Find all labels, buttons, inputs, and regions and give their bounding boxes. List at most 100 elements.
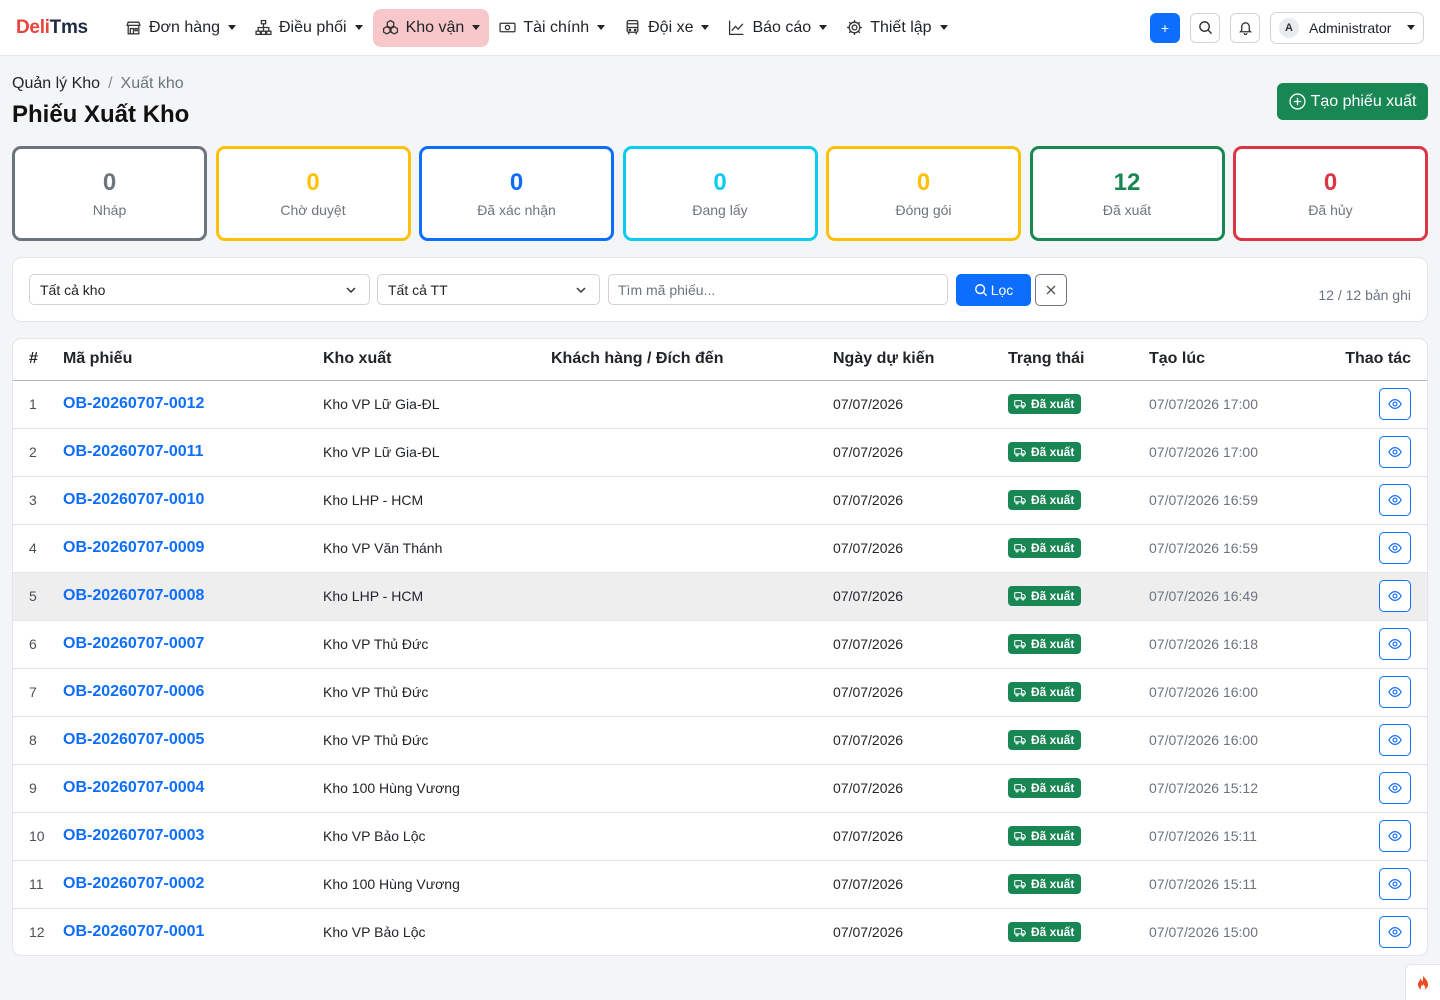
table-row[interactable]: 5 OB-20260707-0008 Kho LHP - HCM 07/07/2026…: [13, 572, 1427, 621]
nav-item-label: Tài chính: [523, 18, 590, 36]
view-button[interactable]: [1379, 676, 1411, 708]
view-button[interactable]: [1379, 580, 1411, 612]
filter-button[interactable]: Lọc: [956, 274, 1031, 306]
nav-item-fleet[interactable]: Đội xe: [615, 9, 718, 47]
stat-card-pending[interactable]: 0 Chờ duyệt: [215, 146, 411, 241]
export-code-link[interactable]: OB-20260707-0010: [63, 491, 204, 508]
stat-card-picking[interactable]: 0 Đang lấy: [622, 146, 818, 241]
nav-item-dispatch[interactable]: Điều phối: [246, 9, 372, 47]
filter-bar: Tất cả kho Tất cả TT Lọc 12 / 12 bản ghi: [12, 257, 1428, 322]
col-header-status[interactable]: Trạng thái: [1008, 339, 1149, 381]
row-expected-date: 07/07/2026: [833, 764, 1008, 813]
notifications-button[interactable]: [1230, 12, 1260, 43]
export-code-link[interactable]: OB-20260707-0012: [63, 395, 204, 412]
stat-label: Đóng gói: [895, 202, 952, 218]
view-button[interactable]: [1379, 628, 1411, 660]
status-badge-label: Đã xuất: [1031, 493, 1075, 507]
table-row[interactable]: 7 OB-20260707-0006 Kho VP Thủ Đức 07/07/202…: [13, 668, 1427, 717]
table-row[interactable]: 8 OB-20260707-0005 Kho VP Thủ Đức 07/07/202…: [13, 716, 1427, 765]
nav-item-orders[interactable]: Đơn hàng: [116, 9, 245, 47]
export-code-link[interactable]: OB-20260707-0009: [63, 539, 204, 556]
plus-icon: +: [1160, 19, 1170, 36]
col-header-date[interactable]: Ngày dự kiến: [833, 339, 1008, 381]
row-expected-date: 07/07/2026: [833, 572, 1008, 621]
col-header-code[interactable]: Mã phiếu: [63, 339, 323, 381]
table-row[interactable]: 12 OB-20260707-0001 Kho VP Bảo Lộc 07/07/20…: [13, 908, 1427, 955]
user-menu[interactable]: A Administrator: [1270, 11, 1424, 44]
nav-item-reports[interactable]: Báo cáo: [719, 9, 836, 47]
view-button[interactable]: [1379, 484, 1411, 516]
avatar: A: [1279, 17, 1299, 38]
row-index: 8: [13, 716, 63, 765]
view-button[interactable]: [1379, 868, 1411, 900]
table-row[interactable]: 4 OB-20260707-0009 Kho VP Văn Thánh 07/07/2…: [13, 524, 1427, 573]
debug-toolbar-toggle[interactable]: [1405, 964, 1440, 1000]
view-button[interactable]: [1379, 436, 1411, 468]
status-badge: Đã xuất: [1008, 922, 1082, 943]
export-code-link[interactable]: OB-20260707-0006: [63, 683, 204, 700]
eye-icon: [1388, 733, 1402, 747]
stat-label: Chờ duyệt: [280, 202, 346, 218]
nav-item-settings[interactable]: Thiết lập: [837, 9, 956, 47]
export-code-link[interactable]: OB-20260707-0005: [63, 731, 204, 748]
view-button[interactable]: [1379, 820, 1411, 852]
eye-icon: [1388, 637, 1402, 651]
table-row[interactable]: 9 OB-20260707-0004 Kho 100 Hùng Vương 07/07…: [13, 764, 1427, 813]
navbar-actions: + A Administrator: [1150, 11, 1424, 44]
col-header-warehouse[interactable]: Kho xuất: [323, 339, 551, 381]
chevron-down-icon: [346, 287, 356, 294]
export-code-link[interactable]: OB-20260707-0002: [63, 875, 204, 892]
table-row[interactable]: 10 OB-20260707-0003 Kho VP Bảo Lộc 07/07/20…: [13, 812, 1427, 861]
stat-card-cancelled[interactable]: 0 Đã hủy: [1233, 146, 1428, 241]
table-row[interactable]: 1 OB-20260707-0012 Kho VP Lữ Gia-ĐL 07/07/2…: [13, 380, 1427, 429]
export-code-link[interactable]: OB-20260707-0001: [63, 923, 204, 940]
export-code-link[interactable]: OB-20260707-0007: [63, 635, 204, 652]
brand-logo[interactable]: DeliTms: [16, 17, 112, 39]
table-row[interactable]: 11 OB-20260707-0002 Kho 100 Hùng Vương 07/0…: [13, 860, 1427, 909]
global-search-button[interactable]: [1190, 12, 1220, 43]
breadcrumb-parent[interactable]: Quản lý Kho: [12, 75, 100, 93]
row-created-at: 07/07/2026 16:00: [1149, 684, 1258, 700]
caret-down-icon: [1407, 25, 1415, 30]
row-warehouse: Kho VP Thủ Đức: [323, 620, 551, 669]
quick-add-button[interactable]: +: [1150, 12, 1180, 43]
clear-filter-button[interactable]: [1035, 274, 1067, 306]
status-select[interactable]: Tất cả TT: [377, 274, 600, 305]
col-header-customer[interactable]: Khách hàng / Đích đến: [551, 339, 833, 381]
row-index: 4: [13, 524, 63, 573]
truck-icon: [1014, 878, 1031, 890]
caret-down-icon: [472, 25, 481, 30]
row-customer: [551, 908, 833, 955]
nav-item-warehouse[interactable]: Kho vận: [372, 8, 490, 47]
view-button[interactable]: [1379, 388, 1411, 420]
warehouse-select[interactable]: Tất cả kho: [29, 274, 370, 305]
chevron-down-icon: [576, 287, 586, 294]
table-row[interactable]: 3 OB-20260707-0010 Kho LHP - HCM 07/07/2026…: [13, 476, 1427, 525]
col-header-index: #: [13, 339, 63, 381]
stat-card-packing[interactable]: 0 Đóng gói: [826, 146, 1021, 241]
boxes-icon: [382, 19, 399, 36]
stat-card-confirmed[interactable]: 0 Đã xác nhận: [419, 146, 614, 241]
table-row[interactable]: 6 OB-20260707-0007 Kho VP Thủ Đức 07/07/202…: [13, 620, 1427, 669]
view-button[interactable]: [1379, 916, 1411, 949]
export-code-link[interactable]: OB-20260707-0011: [63, 443, 204, 460]
col-header-created[interactable]: Tạo lúc: [1149, 339, 1334, 381]
nav-item-finance[interactable]: Tài chính: [490, 9, 614, 47]
table-body: 1 OB-20260707-0012 Kho VP Lữ Gia-ĐL 07/07/2…: [13, 380, 1427, 955]
view-button[interactable]: [1379, 772, 1411, 804]
export-code-link[interactable]: OB-20260707-0004: [63, 779, 204, 796]
truck-icon: [1014, 782, 1031, 794]
stat-card-shipped[interactable]: 12 Đã xuất: [1029, 146, 1225, 241]
table-row[interactable]: 2 OB-20260707-0011 Kho VP Lữ Gia-ĐL 07/07/2…: [13, 428, 1427, 477]
status-badge-label: Đã xuất: [1031, 589, 1075, 603]
view-button[interactable]: [1379, 724, 1411, 756]
stat-card-draft[interactable]: 0 Nháp: [12, 146, 207, 241]
export-code-link[interactable]: OB-20260707-0008: [63, 587, 204, 604]
search-input[interactable]: [608, 274, 948, 305]
row-created-at: 07/07/2026 16:18: [1149, 636, 1258, 652]
row-created-at: 07/07/2026 16:00: [1149, 732, 1258, 748]
breadcrumb: Quản lý Kho / Xuất kho: [12, 75, 184, 93]
export-code-link[interactable]: OB-20260707-0003: [63, 827, 204, 844]
view-button[interactable]: [1379, 532, 1411, 564]
create-export-button[interactable]: Tạo phiếu xuất: [1277, 83, 1428, 120]
